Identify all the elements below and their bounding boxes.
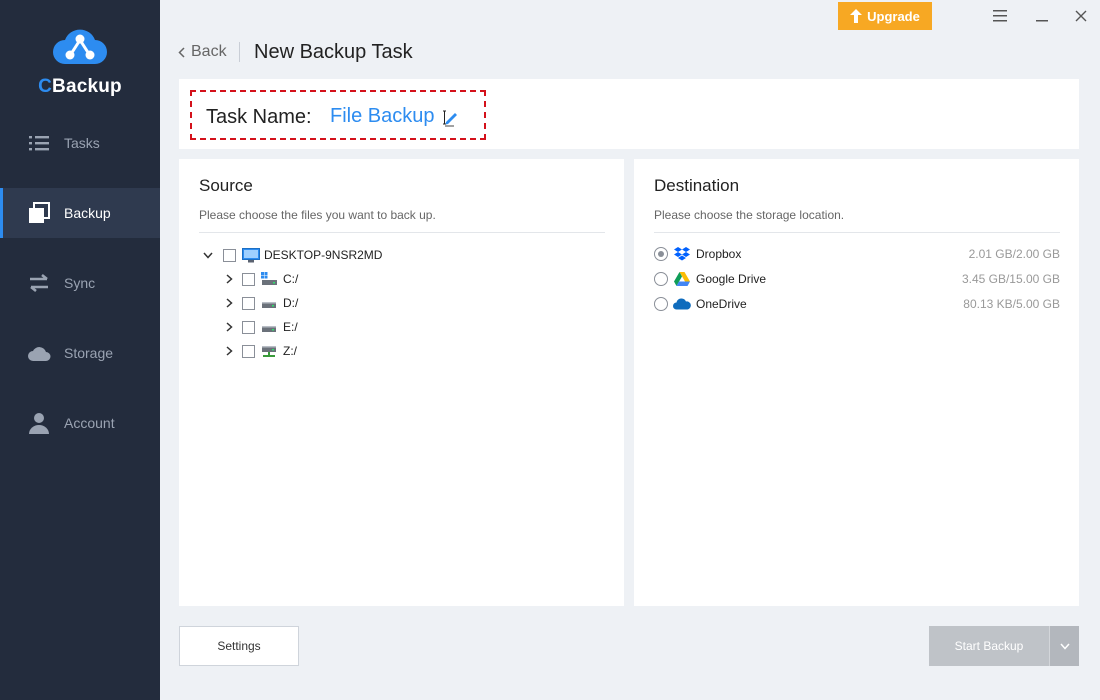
destination-subtitle: Please choose the storage location. (654, 208, 845, 222)
menu-button[interactable] (988, 4, 1012, 28)
share-network-icon (53, 29, 107, 64)
task-name-highlight: Task Name: File Backup (190, 90, 486, 140)
network-drive-icon (262, 346, 276, 357)
chevron-right-icon[interactable] (222, 296, 236, 310)
drive-label: D:/ (283, 296, 299, 310)
sidebar-item-storage[interactable]: Storage (0, 328, 160, 378)
header-divider (239, 42, 240, 62)
tree-root-label: DESKTOP-9NSR2MD (264, 248, 383, 262)
destination-option-onedrive[interactable]: OneDrive 80.13 KB/5.00 GB (654, 294, 1060, 314)
drive-label: E:/ (283, 320, 298, 334)
chevron-right-icon[interactable] (222, 320, 236, 334)
sidebar-item-backup[interactable]: Backup (0, 188, 160, 238)
start-backup-dropdown[interactable] (1049, 626, 1079, 666)
google-drive-icon (673, 271, 691, 287)
app-name-rest: Backup (52, 76, 122, 97)
destination-title: Destination (654, 176, 740, 195)
back-label: Back (191, 43, 227, 60)
onedrive-icon (673, 296, 691, 312)
cloud-icon (28, 347, 51, 361)
app-name: CBackup (0, 76, 160, 98)
dropbox-icon (673, 246, 691, 262)
storage-usage: 2.01 GB/2.00 GB (968, 247, 1060, 261)
tree-root-checkbox[interactable] (223, 248, 236, 262)
settings-button[interactable]: Settings (179, 626, 299, 666)
close-button[interactable] (1069, 4, 1093, 28)
chevron-down-icon[interactable] (201, 248, 215, 262)
app-logo: CBackup (0, 26, 160, 106)
copy-icon (29, 202, 50, 223)
tree-drive-row: C:/ (222, 269, 298, 289)
sidebar: CBackup Tasks Backup Sync Storage Accoun… (0, 0, 160, 700)
tree-drive-row: E:/ (222, 317, 298, 337)
tree-drive-row: D:/ (222, 293, 298, 313)
task-name-label: Task Name: (206, 106, 312, 128)
sidebar-item-label: Storage (64, 345, 114, 361)
chevron-right-icon[interactable] (222, 272, 236, 286)
hard-drive-icon (262, 302, 276, 308)
hamburger-icon (993, 10, 1007, 22)
chevron-left-icon (178, 46, 185, 58)
drive-checkbox[interactable] (242, 296, 255, 310)
sidebar-item-tasks[interactable]: Tasks (0, 118, 160, 168)
storage-usage: 80.13 KB/5.00 GB (963, 297, 1060, 311)
drive-label: C:/ (283, 272, 299, 286)
tree-root-row: DESKTOP-9NSR2MD (201, 245, 382, 265)
minimize-button[interactable] (1030, 4, 1054, 28)
sidebar-item-account[interactable]: Account (0, 398, 160, 448)
destination-option-dropbox[interactable]: Dropbox 2.01 GB/2.00 GB (654, 244, 1060, 264)
list-icon (29, 136, 49, 151)
sidebar-item-label: Tasks (64, 135, 100, 151)
destination-name: Dropbox (696, 247, 742, 261)
start-backup-button[interactable]: Start Backup (929, 626, 1049, 666)
source-subtitle: Please choose the files you want to back… (199, 208, 436, 222)
destination-name: Google Drive (696, 272, 767, 286)
computer-icon (242, 247, 260, 262)
drive-checkbox[interactable] (242, 272, 255, 286)
arrow-up-icon (850, 9, 863, 23)
close-icon (1075, 10, 1087, 22)
sidebar-item-sync[interactable]: Sync (0, 258, 160, 308)
source-title: Source (199, 176, 253, 195)
divider (654, 232, 1060, 233)
divider (199, 232, 605, 233)
sidebar-item-label: Backup (64, 205, 111, 221)
drive-checkbox[interactable] (242, 344, 255, 358)
hard-drive-icon (262, 326, 276, 332)
destination-name: OneDrive (696, 297, 747, 311)
pencil-edit-icon[interactable] (442, 109, 460, 127)
destination-option-google-drive[interactable]: Google Drive 3.45 GB/15.00 GB (654, 269, 1060, 289)
sidebar-item-label: Sync (64, 275, 96, 291)
drive-label: Z:/ (283, 344, 297, 358)
drive-checkbox[interactable] (242, 320, 255, 334)
sidebar-item-label: Account (64, 415, 115, 431)
source-panel: Source Please choose the files you want … (179, 159, 624, 606)
user-icon (29, 413, 49, 434)
minimize-icon (1036, 20, 1048, 22)
app-name-first: C (38, 76, 53, 97)
back-button[interactable]: Back (178, 43, 227, 61)
radio-button[interactable] (654, 247, 668, 261)
sync-arrows-icon (30, 273, 48, 293)
chevron-right-icon[interactable] (222, 344, 236, 358)
page-title: New Backup Task (254, 41, 413, 63)
chevron-down-icon (1059, 643, 1070, 650)
destination-panel: Destination Please choose the storage lo… (634, 159, 1079, 606)
task-name-panel: Task Name: File Backup (179, 79, 1079, 149)
upgrade-label: Upgrade (867, 8, 920, 24)
tree-drive-row: Z:/ (222, 341, 297, 361)
storage-usage: 3.45 GB/15.00 GB (961, 272, 1060, 286)
radio-button[interactable] (654, 272, 668, 286)
task-name-value[interactable]: File Backup (330, 105, 435, 128)
system-drive-icon (261, 272, 277, 285)
upgrade-button[interactable]: Upgrade (838, 2, 932, 30)
radio-button[interactable] (654, 297, 668, 311)
